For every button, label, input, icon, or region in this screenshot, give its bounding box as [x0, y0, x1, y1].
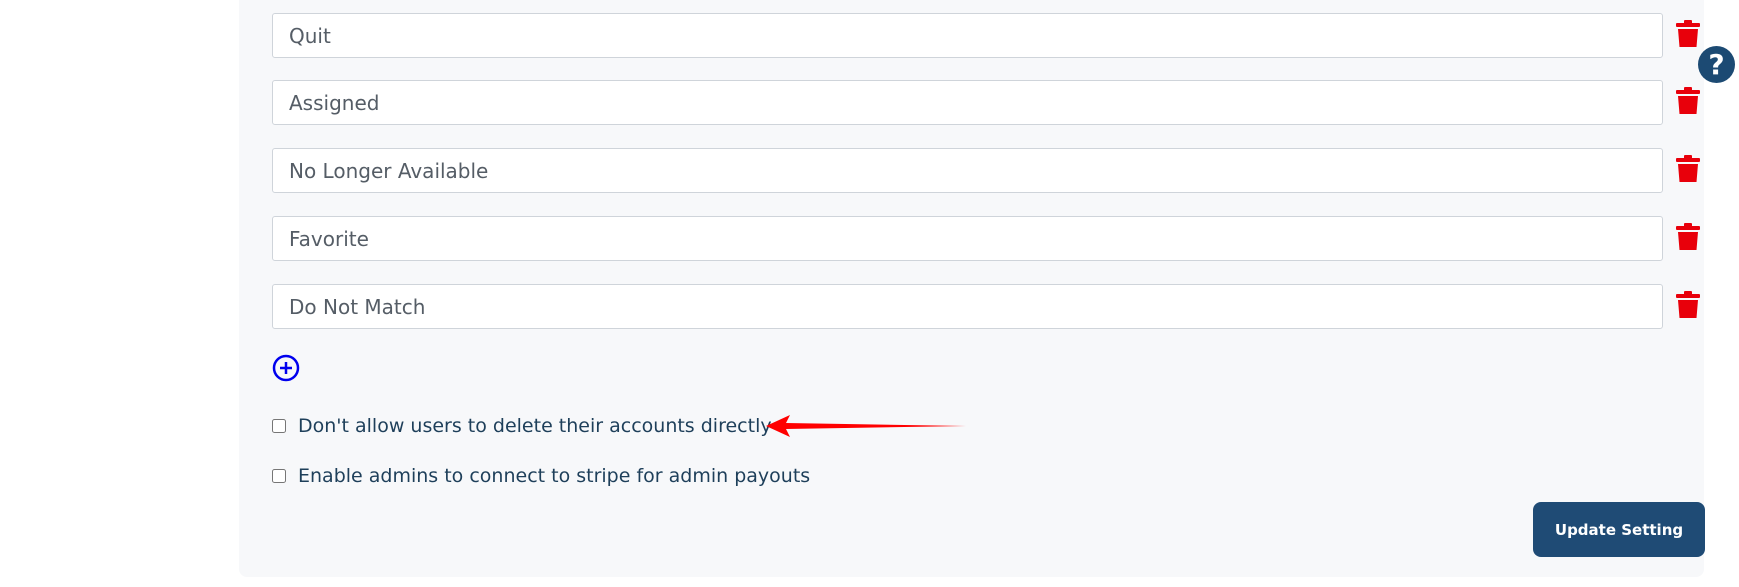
enable-stripe-label: Enable admins to connect to stripe for a… — [298, 465, 811, 487]
help-button[interactable]: ? — [1698, 46, 1735, 83]
status-option-input[interactable] — [272, 80, 1663, 125]
arrow-icon — [766, 415, 966, 437]
status-option-input[interactable] — [272, 13, 1663, 58]
enable-stripe-checkbox[interactable] — [272, 469, 286, 483]
trash-icon[interactable] — [1675, 20, 1701, 48]
status-option-input[interactable] — [272, 148, 1663, 193]
status-option-input[interactable] — [272, 284, 1663, 329]
question-circle-icon: ? — [1708, 48, 1725, 81]
trash-icon[interactable] — [1675, 155, 1701, 183]
disallow-delete-setting: Don't allow users to delete their accoun… — [272, 411, 772, 441]
enable-stripe-setting: Enable admins to connect to stripe for a… — [272, 461, 810, 491]
trash-icon[interactable] — [1675, 223, 1701, 251]
update-setting-button[interactable]: Update Setting — [1533, 502, 1705, 557]
status-option-input[interactable] — [272, 216, 1663, 261]
trash-icon[interactable] — [1675, 291, 1701, 319]
disallow-delete-label: Don't allow users to delete their accoun… — [298, 415, 772, 437]
plus-circle-icon[interactable] — [272, 354, 300, 382]
trash-icon[interactable] — [1675, 87, 1701, 115]
disallow-delete-checkbox[interactable] — [272, 419, 286, 433]
